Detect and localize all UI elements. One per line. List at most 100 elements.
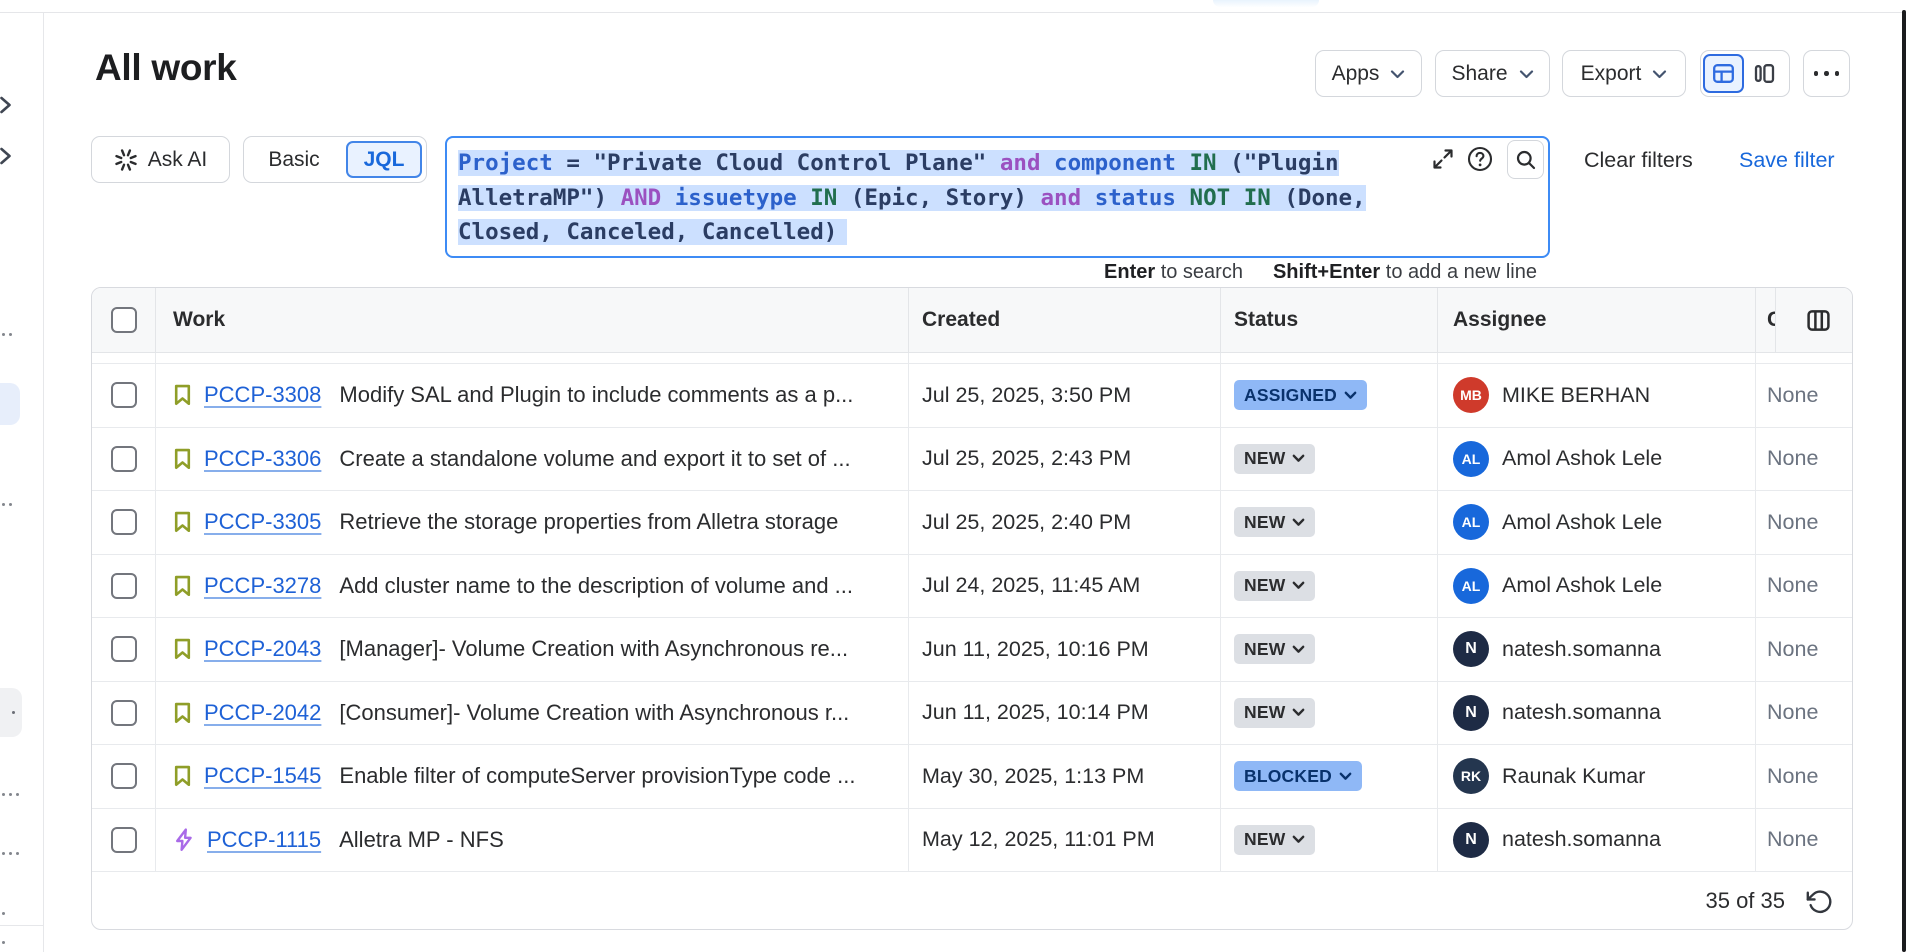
configure-columns-button[interactable] xyxy=(1801,303,1835,337)
row-checkbox[interactable] xyxy=(111,700,137,726)
truncated-nav-item-dots xyxy=(2,333,12,336)
created-date: May 12, 2025, 11:01 PM xyxy=(922,827,1155,852)
row-checkbox[interactable] xyxy=(111,446,137,472)
more-options-button[interactable] xyxy=(1803,50,1850,97)
work-cell: PCCP-3278Add cluster name to the descrip… xyxy=(156,555,909,618)
work-cell: PCCP-2042 [Consumer]- Volume Creation wit… xyxy=(156,682,909,745)
ai-sparkle-icon xyxy=(114,148,138,172)
run-search-button[interactable] xyxy=(1507,140,1544,179)
export-button[interactable]: Export xyxy=(1562,50,1686,97)
created-cell: May 30, 2025, 1:13 PM xyxy=(909,745,1221,808)
issue-key-link[interactable]: PCCP-1115 xyxy=(207,827,321,853)
row-checkbox[interactable] xyxy=(111,382,137,408)
issue-key-link[interactable]: PCCP-3305 xyxy=(204,509,321,535)
status-badge[interactable]: NEW xyxy=(1234,571,1315,601)
status-cell: NEW xyxy=(1221,428,1438,491)
status-badge[interactable]: NEW xyxy=(1234,698,1315,728)
status-label: NEW xyxy=(1244,639,1285,660)
issue-key-link[interactable]: PCCP-2042 xyxy=(204,700,321,726)
basic-mode-button[interactable]: Basic xyxy=(244,148,344,172)
assignee-cell: ALAmol Ashok Lele xyxy=(1438,428,1756,491)
table-row: PCCP-3308 Modify SAL and Plugin to includ… xyxy=(92,364,1852,428)
syntax-help-button[interactable] xyxy=(1466,145,1494,173)
clear-filters-button[interactable]: Clear filters xyxy=(1584,148,1693,173)
column-header-status[interactable]: Status xyxy=(1221,288,1438,352)
chevron-down-icon xyxy=(1292,645,1305,654)
save-filter-button[interactable]: Save filter xyxy=(1739,148,1835,173)
story-icon xyxy=(173,510,192,534)
column-header-created[interactable]: Created xyxy=(909,288,1221,352)
category-cell: None xyxy=(1756,428,1852,491)
refresh-button[interactable] xyxy=(1803,885,1835,917)
dot xyxy=(9,503,12,506)
issue-key-link[interactable]: PCCP-3306 xyxy=(204,446,321,472)
row-checkbox[interactable] xyxy=(111,573,137,599)
sidebar-item[interactable] xyxy=(0,688,22,737)
ask-ai-button[interactable]: Ask AI xyxy=(91,136,230,183)
table-view-button[interactable] xyxy=(1703,54,1744,93)
table-row: PCCP-2043[Manager]- Volume Creation with… xyxy=(92,618,1852,682)
search-hint: Enter to searchShift+Enter to add a new … xyxy=(1104,261,1537,284)
status-badge[interactable]: ASSIGNED xyxy=(1234,380,1367,410)
jql-mode-button[interactable]: JQL xyxy=(346,141,422,178)
column-header-work[interactable]: Work xyxy=(156,288,909,352)
board-view-button[interactable] xyxy=(1744,54,1785,93)
status-badge[interactable]: NEW xyxy=(1234,507,1315,537)
collapsed-nav-chevron-icon[interactable] xyxy=(0,147,12,165)
status-label: NEW xyxy=(1244,829,1285,850)
issue-key-link[interactable]: PCCP-3308 xyxy=(204,382,321,408)
table-body: PCCP-3308 Modify SAL and Plugin to includ… xyxy=(92,364,1852,872)
issue-key-link[interactable]: PCCP-1545 xyxy=(204,763,321,789)
status-cell: NEW xyxy=(1221,809,1438,872)
row-checkbox[interactable] xyxy=(111,509,137,535)
epic-icon xyxy=(173,827,195,853)
category-cell: None xyxy=(1756,555,1852,618)
status-badge[interactable]: BLOCKED xyxy=(1234,761,1362,791)
created-date: Jul 25, 2025, 3:50 PM xyxy=(922,383,1131,408)
jql-query-input[interactable]: Project = "Private Cloud Control Plane" … xyxy=(445,136,1550,258)
status-badge[interactable]: NEW xyxy=(1234,444,1315,474)
dot xyxy=(2,333,5,336)
collapsed-nav-chevron-icon[interactable] xyxy=(0,96,12,114)
status-cell: NEW xyxy=(1221,618,1438,681)
status-badge[interactable]: NEW xyxy=(1234,634,1315,664)
status-cell: NEW xyxy=(1221,555,1438,618)
work-items-table: Work Created Status Assignee C PCCP-3308… xyxy=(91,287,1853,930)
assignee-cell: ALAmol Ashok Lele xyxy=(1438,491,1756,554)
created-cell: Jun 11, 2025, 10:16 PM xyxy=(909,618,1221,681)
jql-token: AlletraMP") xyxy=(458,185,621,211)
share-button[interactable]: Share xyxy=(1435,50,1550,97)
select-all-cell xyxy=(92,288,156,352)
dot xyxy=(9,793,12,796)
chevron-down-icon xyxy=(1652,69,1667,79)
sidebar-item-active[interactable] xyxy=(0,383,20,425)
row-checkbox[interactable] xyxy=(111,827,137,853)
select-all-checkbox[interactable] xyxy=(111,307,137,333)
row-checkbox[interactable] xyxy=(111,763,137,789)
category-cell: None xyxy=(1756,491,1852,554)
assignee-name: natesh.somanna xyxy=(1502,700,1661,725)
table-row: PCCP-3306Create a standalone volume and … xyxy=(92,428,1852,492)
column-header-assignee[interactable]: Assignee xyxy=(1438,288,1756,352)
window-scrollbar[interactable] xyxy=(1902,10,1906,952)
created-date: Jun 11, 2025, 10:14 PM xyxy=(922,700,1149,725)
columns-icon xyxy=(1805,307,1832,334)
truncated-nav-item-dots xyxy=(2,941,5,944)
dot xyxy=(12,711,15,714)
issue-key-link[interactable]: PCCP-3278 xyxy=(204,573,321,599)
jql-token: (Epic, Story) xyxy=(837,185,1040,211)
apps-button[interactable]: Apps xyxy=(1315,50,1422,97)
row-checkbox[interactable] xyxy=(111,636,137,662)
status-badge[interactable]: NEW xyxy=(1234,825,1315,855)
jql-token: and xyxy=(1041,185,1082,211)
expand-editor-button[interactable] xyxy=(1429,145,1457,173)
dot xyxy=(2,503,5,506)
table-footer: 35 of 35 xyxy=(92,872,1852,930)
issue-summary: [Consumer]- Volume Creation with Asynchr… xyxy=(339,700,849,726)
dot xyxy=(2,941,5,944)
work-cell: PCCP-3305Retrieve the storage properties… xyxy=(156,491,909,554)
issue-key-link[interactable]: PCCP-2043 xyxy=(204,636,321,662)
issue-summary: Modify SAL and Plugin to include comment… xyxy=(339,382,853,408)
table-row: PCCP-3305Retrieve the storage properties… xyxy=(92,491,1852,555)
category-value: None xyxy=(1767,700,1818,725)
